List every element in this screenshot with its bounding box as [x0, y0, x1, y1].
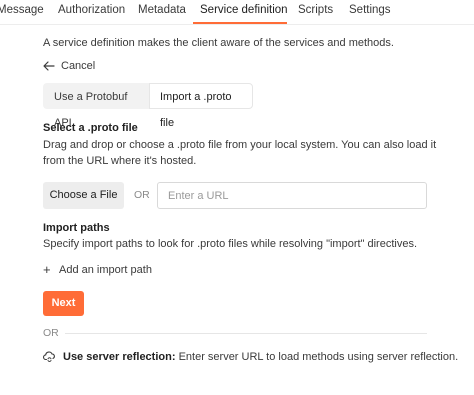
- import-paths-heading: Import paths: [43, 222, 110, 234]
- server-reflection-text: Use server reflection: Enter server URL …: [63, 351, 458, 363]
- select-proto-description: Drag and drop or choose a .proto file fr…: [43, 137, 443, 169]
- tab-bar: Message Authorization Metadata Service d…: [0, 0, 474, 24]
- tab-scripts[interactable]: Scripts: [298, 4, 333, 16]
- tab-metadata[interactable]: Metadata: [138, 4, 186, 16]
- tab-authorization[interactable]: Authorization: [58, 4, 125, 16]
- cancel-label: Cancel: [61, 60, 96, 72]
- intro-text: A service definition makes the client aw…: [43, 37, 394, 49]
- tab-service-definition[interactable]: Service definition: [200, 4, 288, 16]
- cloud-sync-icon: [43, 351, 55, 363]
- import-proto-file-option[interactable]: Import a .proto file: [149, 83, 253, 129]
- choose-file-button[interactable]: Choose a File: [43, 182, 124, 209]
- tab-message[interactable]: Message: [0, 4, 44, 16]
- server-reflection-description: Enter server URL to load methods using s…: [178, 350, 459, 363]
- or-divider-line: [65, 333, 427, 334]
- select-proto-description-line1: Drag and drop or choose a .proto file fr…: [43, 139, 437, 151]
- tab-settings[interactable]: Settings: [349, 4, 391, 16]
- add-import-path-label: Add an import path: [59, 263, 152, 276]
- add-import-path-button[interactable]: + Add an import path: [43, 262, 152, 277]
- use-protobuf-api-option[interactable]: Use a Protobuf API: [43, 83, 149, 129]
- cancel-link[interactable]: Cancel: [43, 60, 95, 72]
- arrow-left-icon: [43, 61, 55, 71]
- or-label-inline: OR: [134, 189, 150, 201]
- next-button[interactable]: Next: [43, 291, 84, 316]
- source-toggle: Use a Protobuf API Import a .proto file: [43, 83, 253, 129]
- server-reflection-title: Use server reflection:: [63, 350, 176, 363]
- select-proto-description-line2: from the URL where it's hosted.: [43, 155, 197, 167]
- tab-divider: [0, 24, 474, 25]
- server-reflection-option[interactable]: Use server reflection: Enter server URL …: [43, 350, 458, 363]
- plus-icon: +: [43, 262, 51, 277]
- select-proto-heading: Select a .proto file: [43, 122, 138, 134]
- import-paths-description: Specify import paths to look for .proto …: [43, 238, 418, 250]
- url-input[interactable]: [157, 182, 427, 209]
- or-divider-label: OR: [43, 327, 59, 339]
